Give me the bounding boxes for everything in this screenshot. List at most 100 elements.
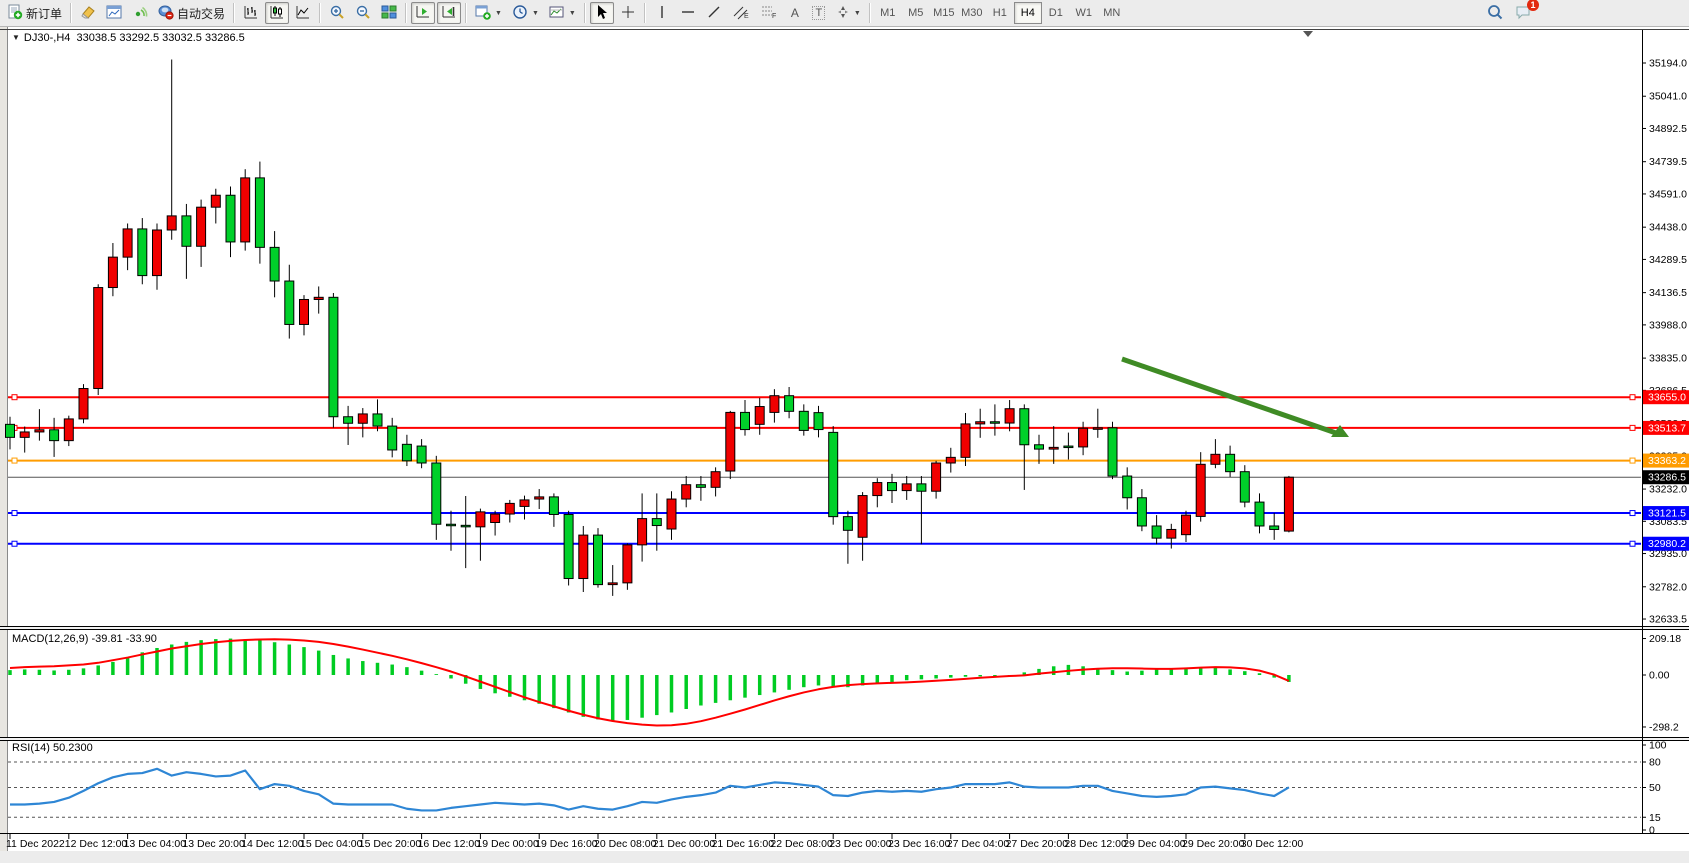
zoom-out-button[interactable]	[351, 2, 375, 24]
time-axis-label: 16 Dec 12:00	[418, 838, 481, 850]
templates-button[interactable]: ▼	[545, 2, 580, 24]
search-button[interactable]	[1482, 2, 1508, 24]
candle-up	[726, 412, 735, 471]
macd-axis-label: 0.00	[1649, 670, 1670, 682]
candle-up	[902, 484, 911, 491]
trendline-button[interactable]	[702, 2, 726, 24]
trendline-icon	[706, 4, 722, 23]
price-axis-label: 33835.0	[1649, 353, 1687, 365]
time-axis-label: 28 Dec 12:00	[1064, 838, 1127, 850]
eraser-button[interactable]	[76, 2, 100, 24]
candle-down	[652, 519, 661, 526]
toolbar-separator	[405, 3, 407, 23]
timeframe-button-D1[interactable]: D1	[1042, 2, 1070, 24]
macd-values: -39.81 -33.90	[91, 633, 156, 645]
candlestick-chart-button[interactable]	[265, 2, 289, 24]
tile-windows-button[interactable]	[377, 2, 401, 24]
arrows-button[interactable]: ▼	[832, 2, 865, 24]
candle-up	[858, 496, 867, 538]
timeframe-button-M5[interactable]: M5	[902, 2, 930, 24]
new-chart-button[interactable]: ▼	[471, 2, 506, 24]
notifications-button[interactable]: 1	[1510, 2, 1536, 24]
timeframe-button-M15[interactable]: M15	[930, 2, 958, 24]
text-button[interactable]: A	[784, 2, 806, 24]
candle-up	[1167, 529, 1176, 538]
line-chart-button[interactable]	[291, 2, 315, 24]
candle-up	[976, 422, 985, 424]
timeframe-button-M1[interactable]: M1	[874, 2, 902, 24]
chart-title: ▼DJ30-,H4 33038.5 33292.5 33032.5 33286.…	[12, 32, 245, 44]
line-handle[interactable]	[1630, 425, 1635, 430]
toolbar-separator	[584, 3, 586, 23]
candle-up	[535, 497, 544, 499]
periods-button[interactable]: ▼	[508, 2, 543, 24]
line-handle[interactable]	[12, 511, 17, 516]
crosshair-button[interactable]	[616, 2, 640, 24]
time-axis-label: 14 Dec 12:00	[241, 838, 304, 850]
line-handle[interactable]	[12, 541, 17, 546]
candle-up	[1284, 477, 1293, 531]
fibonacci-button[interactable]: F	[756, 2, 782, 24]
candle-up	[520, 500, 529, 507]
collapse-triangle-icon[interactable]: ▼	[12, 33, 20, 42]
price-axis-label: 32633.5	[1649, 614, 1687, 626]
timeframe-button-W1[interactable]: W1	[1070, 2, 1098, 24]
price-level-label: 33655.0	[1648, 392, 1686, 404]
candle-down	[1226, 454, 1235, 471]
line-handle[interactable]	[1630, 395, 1635, 400]
candle-up	[667, 499, 676, 529]
signal-button[interactable]	[128, 2, 152, 24]
line-handle[interactable]	[1630, 458, 1635, 463]
line-handle[interactable]	[12, 395, 17, 400]
text-label-button[interactable]: T	[808, 2, 830, 24]
candle-up	[1093, 428, 1102, 430]
time-axis-label: 13 Dec 20:00	[182, 838, 245, 850]
timeframe-button-MN[interactable]: MN	[1098, 2, 1126, 24]
candle-down	[1240, 472, 1249, 502]
vertical-line-button[interactable]	[650, 2, 674, 24]
chart-window-button[interactable]	[102, 2, 126, 24]
candle-down	[888, 483, 897, 491]
time-axis-label: 23 Dec 16:00	[888, 838, 951, 850]
new-order-button[interactable]: 新订单	[3, 2, 66, 24]
auto-scroll-button[interactable]	[411, 2, 435, 24]
horizontal-line-button[interactable]	[676, 2, 700, 24]
time-axis-label: 29 Dec 04:00	[1123, 838, 1186, 850]
chart-shift-button[interactable]	[437, 2, 461, 24]
zoom-out-icon	[355, 4, 371, 23]
price-axis-label: 35041.0	[1649, 91, 1687, 103]
timeframe-button-H4[interactable]: H4	[1014, 2, 1042, 24]
equidistant-channel-button[interactable]: E	[728, 2, 754, 24]
timeframe-button-H1[interactable]: H1	[986, 2, 1014, 24]
candle-up	[300, 299, 309, 324]
auto-trading-button[interactable]: 自动交易	[154, 2, 229, 24]
candle-down	[432, 463, 441, 524]
toolbar: 新订单 自动交易 ▼ ▼ ▼	[0, 0, 1689, 27]
cursor-button[interactable]	[590, 2, 614, 24]
line-handle[interactable]	[1630, 511, 1635, 516]
price-axis-label: 35194.0	[1649, 58, 1687, 70]
bar-chart-button[interactable]	[239, 2, 263, 24]
candle-up	[35, 430, 44, 432]
candle-down	[329, 297, 338, 416]
candle-down	[447, 524, 456, 526]
chart-canvas[interactable]: 35194.035041.034892.534739.534591.034438…	[0, 27, 1689, 863]
time-axis-label: 22 Dec 08:00	[770, 838, 833, 850]
candle-up	[211, 195, 220, 207]
candle-down	[1152, 526, 1161, 538]
line-handle[interactable]	[12, 458, 17, 463]
zoom-in-button[interactable]	[325, 2, 349, 24]
candle-up	[1079, 428, 1088, 447]
line-handle[interactable]	[1630, 541, 1635, 546]
candle-down	[1035, 445, 1044, 449]
timeframe-button-M30[interactable]: M30	[958, 2, 986, 24]
notification-badge: 1	[1527, 0, 1539, 11]
candle-down	[1255, 502, 1264, 526]
fibonacci-icon: F	[760, 4, 778, 23]
candle-down	[182, 216, 191, 246]
candle-up	[579, 535, 588, 578]
cursor-icon	[594, 4, 610, 23]
candle-down	[785, 396, 794, 412]
candle-down	[285, 281, 294, 324]
candle-down	[1064, 446, 1073, 448]
